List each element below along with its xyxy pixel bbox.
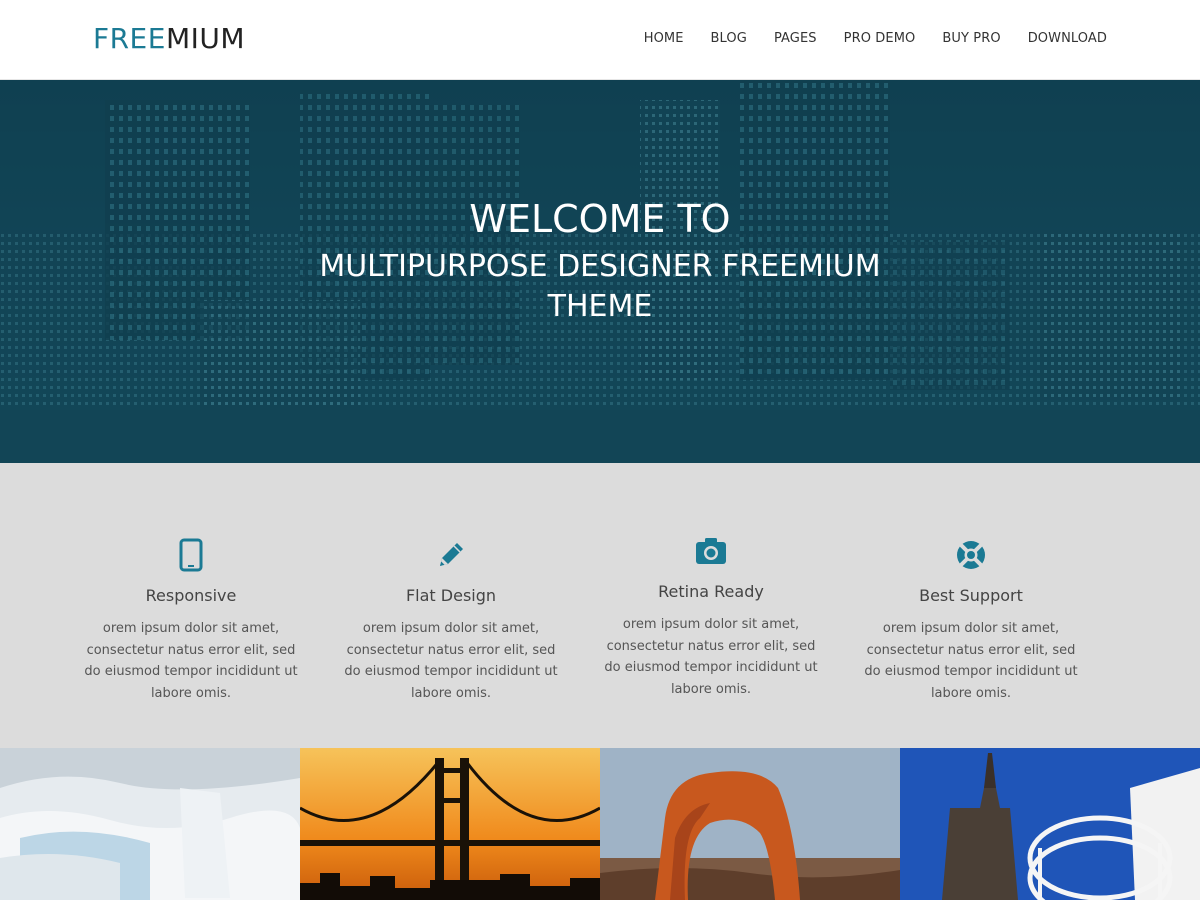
feature-text: orem ipsum dolor sit amet, consectetur n…	[604, 617, 818, 697]
travertine-terraces-image	[0, 748, 300, 900]
tablet-icon	[179, 538, 203, 572]
life-ring-icon	[957, 541, 985, 569]
bridge-sunset-image	[300, 748, 600, 900]
feature-responsive: Responsive orem ipsum dolor sit amet, co…	[81, 538, 301, 704]
hero-banner: WELCOME TO MULTIPURPOSE DESIGNER FREEMIU…	[0, 80, 1200, 463]
cathedral-spire-image	[900, 748, 1200, 900]
hero-subtitle: MULTIPURPOSE DESIGNER FREEMIUM THEME	[319, 249, 881, 324]
nav-home[interactable]: HOME	[644, 31, 684, 46]
nav-blog[interactable]: BLOG	[711, 31, 747, 46]
gallery-item-bridge[interactable]	[300, 748, 600, 900]
hero-title: WELCOME TO	[469, 197, 731, 241]
features-section: Responsive orem ipsum dolor sit amet, co…	[0, 463, 1200, 748]
feature-best-support: Best Support orem ipsum dolor sit amet, …	[861, 538, 1081, 704]
feature-text: orem ipsum dolor sit amet, consectetur n…	[344, 621, 558, 701]
nav-buy-pro[interactable]: BUY PRO	[942, 31, 1000, 46]
nav-pages[interactable]: PAGES	[774, 31, 817, 46]
nav-pro-demo[interactable]: PRO DEMO	[844, 31, 916, 46]
logo-part-free: FREE	[93, 22, 166, 55]
pencil-icon	[440, 543, 463, 566]
delicate-arch-image	[600, 748, 900, 900]
gallery-item-cathedral[interactable]	[900, 748, 1200, 900]
feature-title: Responsive	[145, 586, 237, 605]
feature-text: orem ipsum dolor sit amet, consectetur n…	[84, 621, 298, 701]
logo-part-mium: MIUM	[165, 22, 246, 55]
site-header: FREEMIUM HOME BLOG PAGES PRO DEMO BUY PR…	[0, 0, 1200, 80]
nav-download[interactable]: DOWNLOAD	[1028, 31, 1107, 46]
site-logo[interactable]: FREEMIUM	[93, 22, 245, 55]
feature-text: orem ipsum dolor sit amet, consectetur n…	[864, 621, 1078, 701]
feature-title: Flat Design	[405, 586, 497, 605]
image-gallery	[0, 748, 1200, 900]
feature-retina-ready: Retina Ready orem ipsum dolor sit amet, …	[601, 534, 821, 700]
gallery-item-travertine[interactable]	[0, 748, 300, 900]
camera-icon	[696, 538, 726, 564]
feature-title: Retina Ready	[658, 582, 764, 601]
feature-flat-design: Flat Design orem ipsum dolor sit amet, c…	[341, 538, 561, 704]
gallery-item-arch[interactable]	[600, 748, 900, 900]
feature-title: Best Support	[919, 586, 1023, 605]
main-nav: HOME BLOG PAGES PRO DEMO BUY PRO DOWNLOA…	[617, 31, 1107, 46]
